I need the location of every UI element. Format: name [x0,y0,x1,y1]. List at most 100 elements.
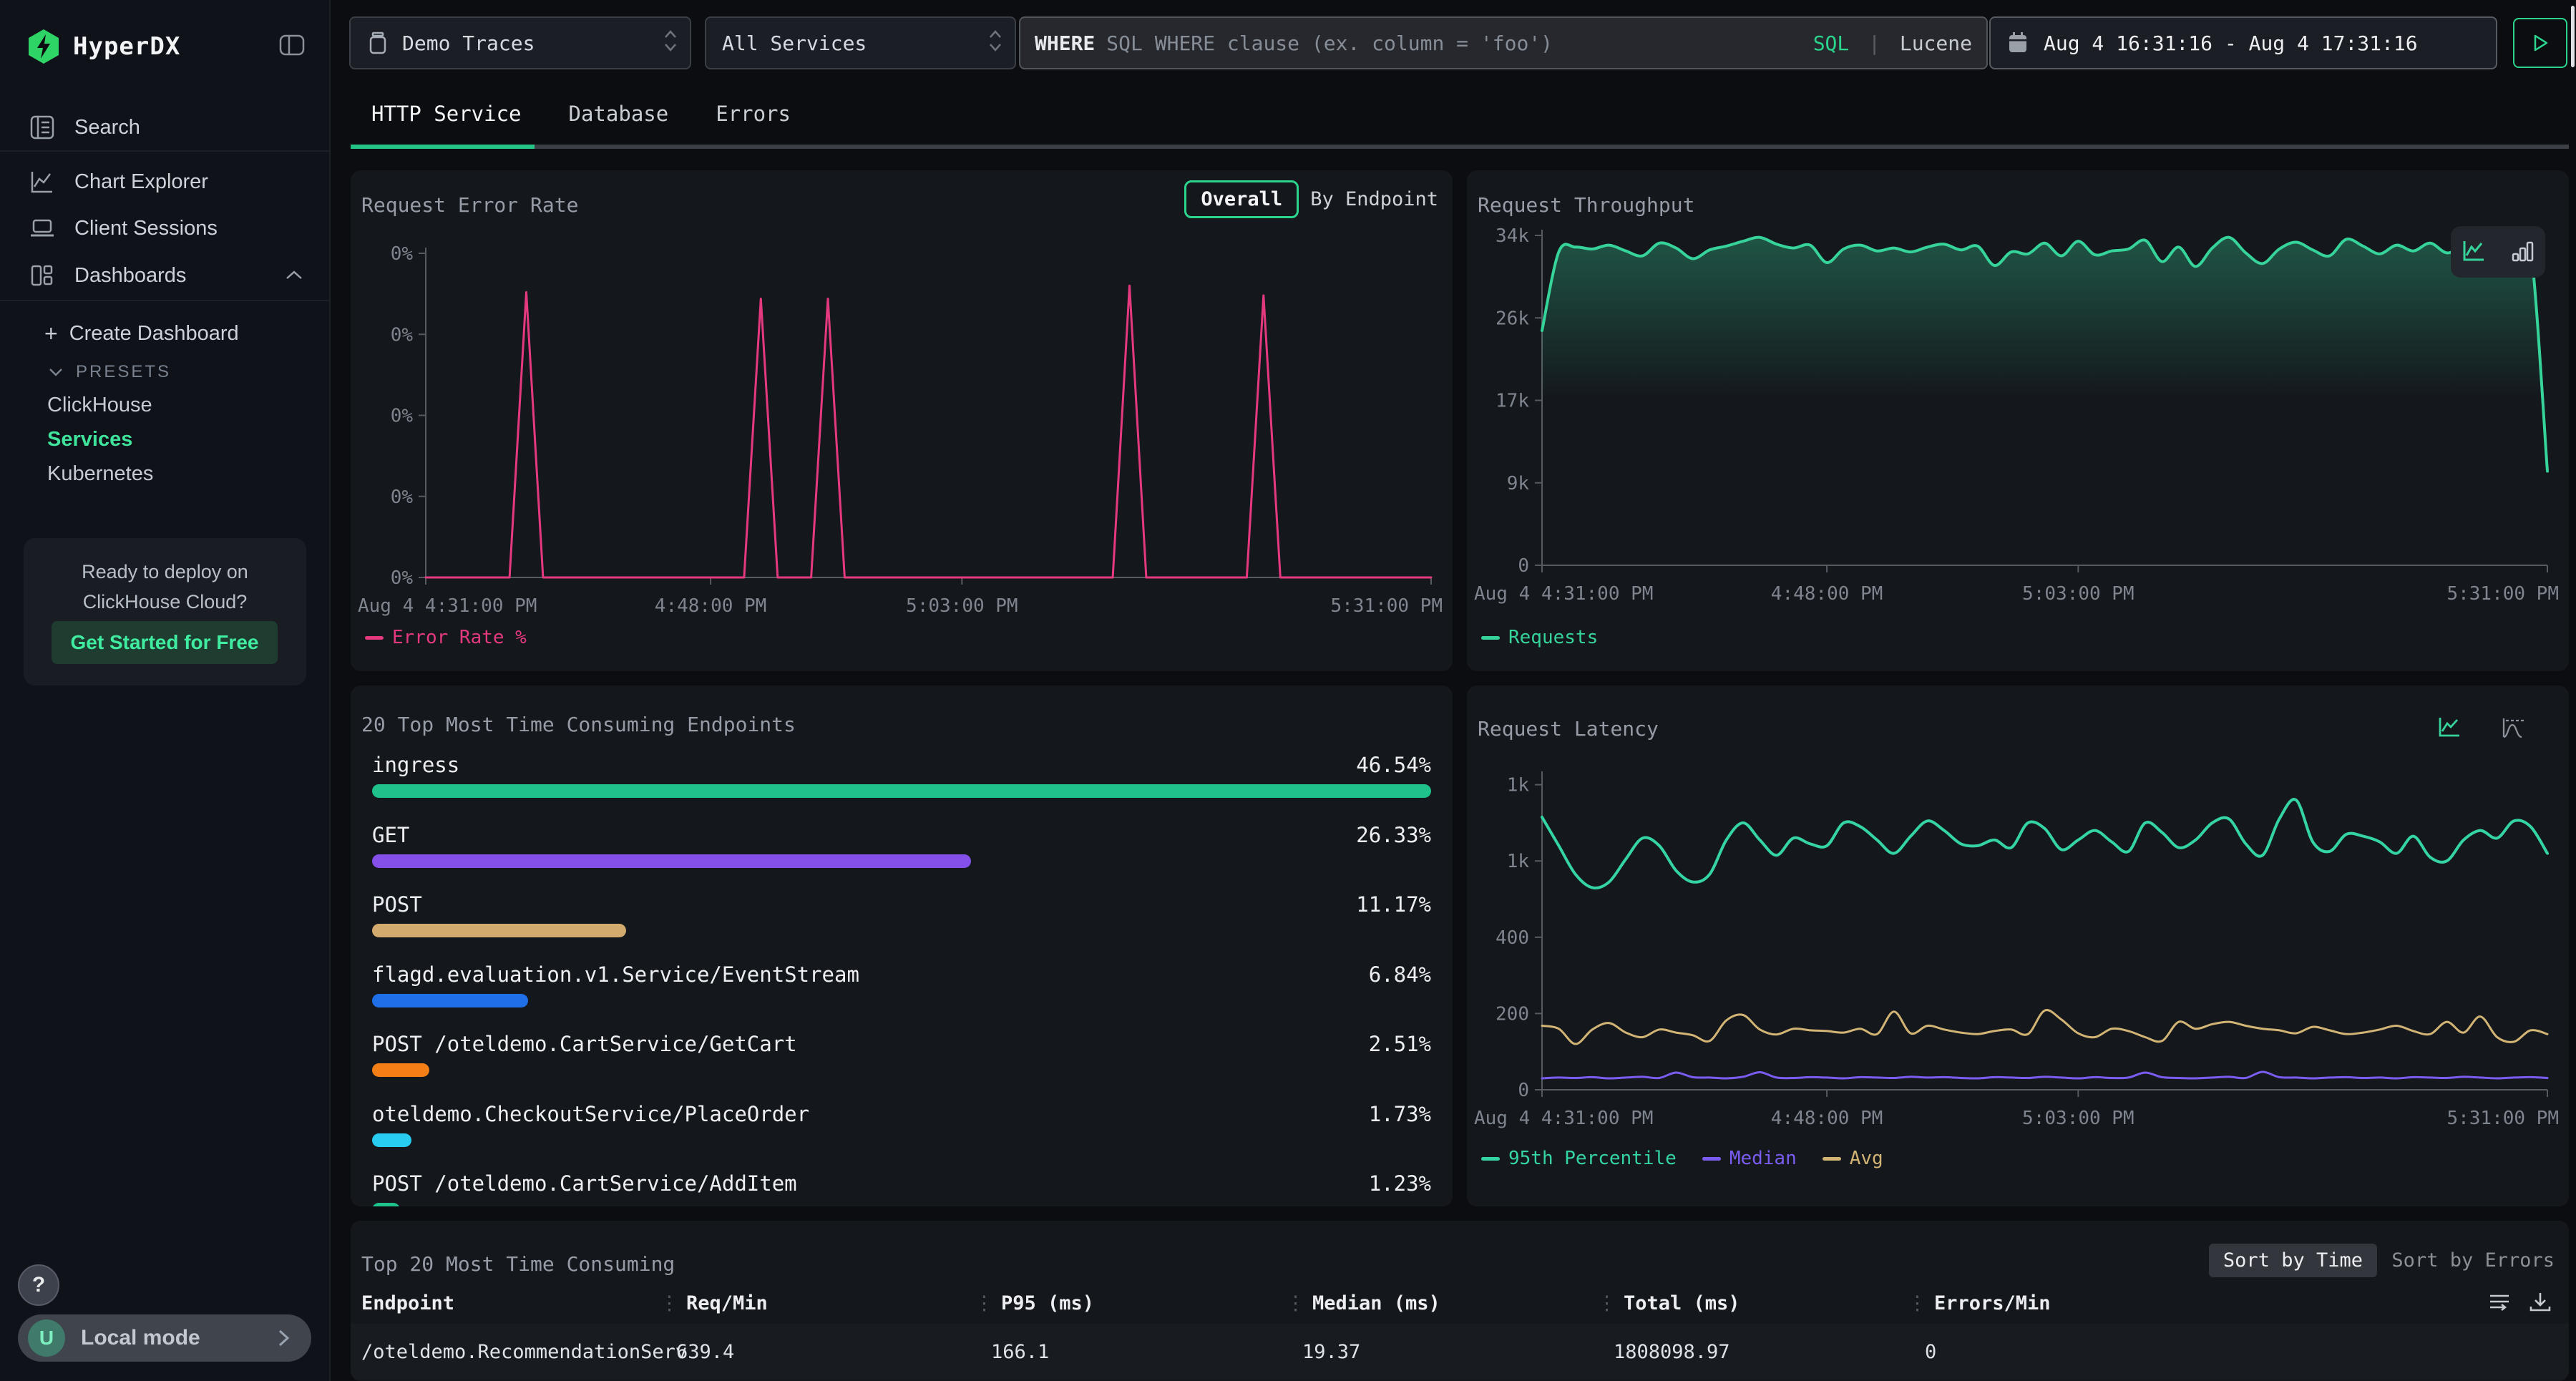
legend-item[interactable]: 95th Percentile [1481,1148,1677,1169]
sidebar-item-chart-explorer[interactable]: Chart Explorer [0,162,329,202]
source-select[interactable]: Demo Traces [349,16,691,69]
chevron-down-icon [47,366,64,378]
cell-median: 19.37 [1302,1341,1360,1363]
run-query-button[interactable] [2513,18,2567,68]
select-chevrons-icon [987,27,1003,59]
endpoint-value: 6.84% [1369,962,1431,987]
search-placeholder: SQL WHERE clause (ex. column = 'foo') [1106,31,1813,55]
endpoint-bar [372,1203,400,1206]
endpoint-label: POST /oteldemo.CartService/GetCart [372,1032,797,1056]
svg-text:5:03:00 PM: 5:03:00 PM [2022,583,2135,605]
select-chevrons-icon [663,27,678,59]
sidebar-preset-clickhouse[interactable]: ClickHouse [47,394,152,417]
legend-item[interactable]: Avg [1823,1148,1883,1169]
column-header-total[interactable]: ⋮Total (ms) [1597,1292,1740,1314]
scrollbar-thumb[interactable] [2571,6,2575,67]
panel-title: Top 20 Most Time Consuming [361,1252,675,1276]
svg-text:34k: 34k [1496,228,1529,247]
sidebar-item-label: Chart Explorer [74,170,208,194]
sidebar-item-search[interactable]: Search [0,107,329,147]
date-range-picker[interactable]: Aug 4 16:31:16 - Aug 4 17:31:16 [1989,16,2497,69]
by-endpoint-toggle[interactable]: By Endpoint [1310,188,1438,210]
column-header-reqmin[interactable]: ⋮Req/Min [660,1292,768,1314]
svg-text:5:31:00 PM: 5:31:00 PM [2446,583,2559,605]
dashboards-icon [29,262,56,289]
endpoint-value: 2.51% [1369,1032,1431,1056]
svg-text:1k: 1k [1507,775,1530,796]
tab-underline-track [351,145,2569,149]
latency-chart[interactable]: 02004001k1kAug 4 4:31:00 PM4:48:00 PM5:0… [1467,750,2569,1165]
column-header-errorsmin[interactable]: ⋮Errors/Min [1908,1292,2051,1314]
sidebar-item-label: Search [74,116,140,140]
line-chart-icon [29,168,56,195]
column-header-p95[interactable]: ⋮P95 (ms) [975,1292,1094,1314]
svg-text:5:31:00 PM: 5:31:00 PM [1330,595,1443,617]
language-toggle[interactable]: SQL | Lucene [1813,31,1972,55]
sql-toggle[interactable]: SQL [1813,31,1850,55]
avatar: U [28,1319,65,1357]
presets-label: PRESETS [76,362,171,382]
legend-item[interactable]: Median [1702,1148,1797,1169]
hyperdx-app: HyperDX Search Chart Explorer Client Ses… [0,0,2576,1381]
lucene-toggle[interactable]: Lucene [1900,31,1972,55]
sidebar-preset-services[interactable]: Services [47,428,132,452]
wrap-lines-icon[interactable] [2487,1289,2514,1318]
error-rate-chart[interactable]: 0%0%0%0%0%Aug 4 4:31:00 PM4:48:00 PM5:03… [351,235,1453,650]
sidebar-item-dashboards[interactable]: Dashboards [0,255,329,296]
histogram-icon[interactable] [2500,716,2526,740]
error-rate-toggle-group: Overall By Endpoint [1184,180,1438,218]
svg-text:400: 400 [1496,927,1529,949]
tab-errors[interactable]: Errors [716,102,791,126]
endpoint-bar [372,1063,429,1077]
tab-underline-active [351,145,535,149]
tab-database[interactable]: Database [569,102,669,126]
download-icon[interactable] [2527,1289,2553,1318]
svg-text:0%: 0% [391,567,414,589]
table-row[interactable]: /oteldemo.RecommendationServ 639.4 166.1… [351,1324,2569,1380]
search-input[interactable]: WHERE SQL WHERE clause (ex. column = 'fo… [1019,16,1988,69]
journal-icon [29,114,56,141]
tab-http-service[interactable]: HTTP Service [371,102,522,126]
endpoint-label: oteldemo.CheckoutService/PlaceOrder [372,1102,809,1126]
user-menu[interactable]: U Local mode [18,1314,311,1362]
panel-top-endpoints: 20 Top Most Time Consuming Endpoints ing… [351,685,1453,1206]
line-chart-type-icon[interactable] [2437,716,2462,740]
help-button[interactable]: ? [18,1264,59,1306]
latency-chart-type-icons [2437,716,2526,740]
bar-chart-type-icon[interactable] [2511,238,2535,265]
endpoint-label: POST /oteldemo.CartService/AddItem [372,1171,797,1196]
sort-by-errors-button[interactable]: Sort by Errors [2391,1244,2555,1277]
sidebar-create-dashboard[interactable]: + Create Dashboard [0,313,329,353]
column-header-median[interactable]: ⋮Median (ms) [1286,1292,1440,1314]
logo-row: HyperDX [27,29,306,64]
throughput-chart[interactable]: 09k17k26k34kAug 4 4:31:00 PM4:48:00 PM5:… [1467,228,2569,643]
sidebar-collapse-icon[interactable] [278,31,306,62]
panel-title: 20 Top Most Time Consuming Endpoints [361,713,796,736]
get-started-button[interactable]: Get Started for Free [52,621,278,664]
column-header-endpoint[interactable]: Endpoint [361,1292,454,1314]
legend-item[interactable]: Requests [1481,627,1598,648]
create-dashboard-label: Create Dashboard [69,322,239,346]
chart-legend: Requests [1481,627,1598,648]
plus-icon: + [44,321,58,347]
play-icon [2531,33,2550,53]
sidebar-item-client-sessions[interactable]: Client Sessions [0,208,329,248]
sort-by-time-button[interactable]: Sort by Time [2209,1244,2377,1277]
hyperdx-logo-icon [27,29,60,64]
toggle-separator: | [1868,31,1880,55]
line-chart-type-icon[interactable] [2461,238,2487,265]
endpoint-value: 11.17% [1356,892,1431,917]
legend-item[interactable]: Error Rate % [365,627,527,648]
sidebar-item-label: Client Sessions [74,217,218,240]
service-select[interactable]: All Services [705,16,1016,69]
cell-reqmin: 639.4 [676,1341,734,1363]
overall-toggle[interactable]: Overall [1184,180,1299,218]
sidebar-presets-header[interactable]: PRESETS [0,352,329,392]
svg-text:0: 0 [1518,1080,1529,1101]
endpoint-label: flagd.evaluation.v1.Service/EventStream [372,962,859,987]
tab-bar: HTTP Service Database Errors [371,102,791,126]
panel-request-latency: Request Latency 02004001k1kAug 4 4:31:00… [1467,685,2569,1206]
cell-errorsmin: 0 [1925,1341,1936,1363]
svg-text:0%: 0% [391,243,414,265]
sidebar-preset-kubernetes[interactable]: Kubernetes [47,462,153,486]
